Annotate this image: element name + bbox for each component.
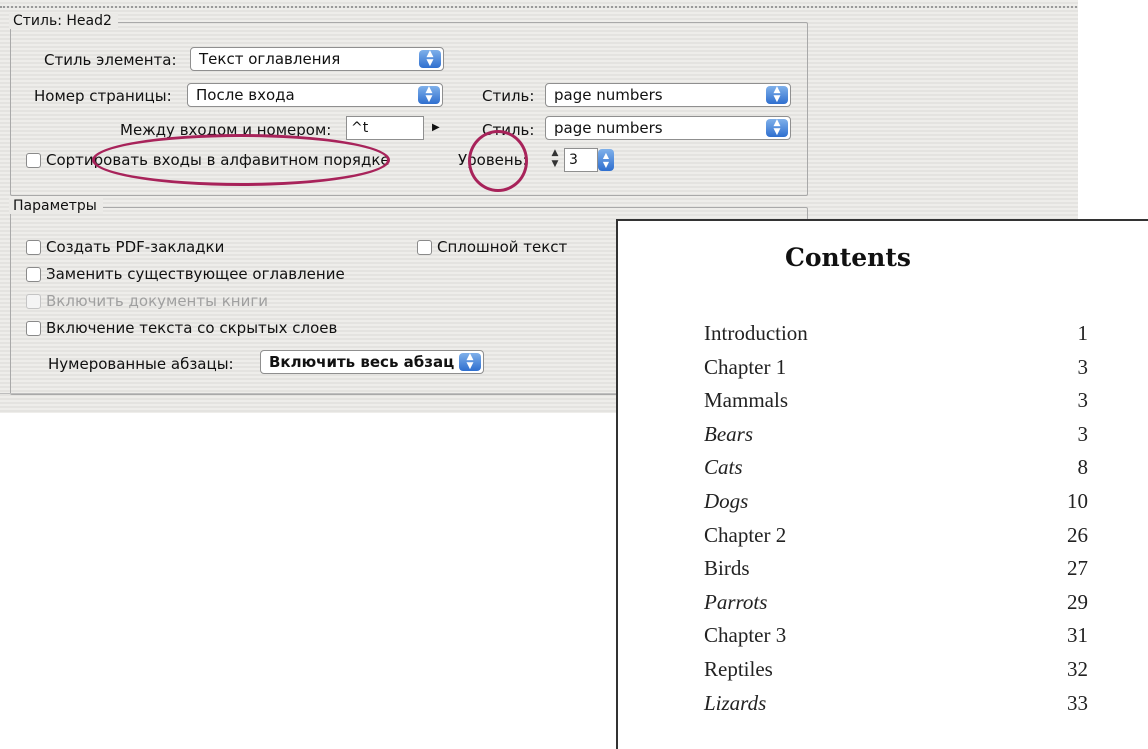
sort-checkbox[interactable]	[26, 153, 41, 168]
toc-entry-text: Birds	[704, 556, 750, 581]
toc-entry-text: Chapter 3	[704, 623, 787, 648]
toc-entry: Introduction 1	[704, 321, 1088, 354]
toc-entry: Dogs 10	[704, 489, 1088, 522]
page-number-value: После входа	[196, 86, 295, 104]
toc-entry-page: 1	[1077, 321, 1089, 345]
contents-card: Contents Introduction 1 Chapter 1 3 Mammals 3…	[616, 219, 1148, 749]
toc-entry-text: Chapter 1	[704, 354, 787, 379]
popup-arrows-icon: ▲ ▼	[766, 119, 788, 137]
run-in-label: Сплошной текст	[437, 238, 568, 256]
numbered-paragraphs-popup[interactable]: Включить весь абзац ▲ ▼	[260, 350, 484, 374]
toc-entry-text: Dogs	[704, 489, 749, 513]
toc-entry-page: 10	[1067, 489, 1088, 513]
toc-entry: Reptiles 32	[704, 657, 1088, 690]
toc-entry-page: 33	[1067, 690, 1088, 715]
replace-toc-checkbox[interactable]	[26, 267, 41, 282]
include-book-checkbox	[26, 294, 41, 309]
toc-entry-text: Lizards	[704, 690, 767, 715]
popup-arrows-icon: ▲ ▼	[418, 86, 440, 104]
create-pdf-label: Создать PDF-закладки	[46, 238, 225, 256]
style2-value: page numbers	[554, 119, 663, 137]
toc-entry: Chapter 3 31	[704, 623, 1088, 656]
page-number-popup[interactable]: После входа ▲ ▼	[187, 83, 443, 107]
toc-entry-page: 27	[1067, 556, 1088, 581]
toc-entry: Lizards 33	[704, 691, 1088, 724]
toc-entry-page: 32	[1067, 657, 1088, 681]
toc-entry-text: Chapter 2	[704, 522, 787, 547]
style2-popup[interactable]: page numbers ▲ ▼	[545, 116, 791, 140]
entry-style-label: Стиль элемента:	[44, 51, 177, 69]
contents-title: Contents	[784, 243, 911, 272]
style-group-legend: Стиль: Head2	[9, 13, 118, 29]
level-popup-arrow-icon[interactable]: ▲ ▼	[598, 149, 614, 171]
toc-entry-text: Reptiles	[704, 657, 773, 681]
toc-entry: Birds 27	[704, 556, 1088, 589]
toc-entry: Parrots 29	[704, 590, 1088, 623]
toc-entry-text: Mammals	[704, 388, 788, 413]
toc-entry-page: 3	[1077, 421, 1089, 446]
sort-label: Сортировать входы в алфавитном порядке	[46, 151, 390, 169]
popup-arrows-icon: ▲ ▼	[459, 353, 481, 371]
include-book-label: Включить документы книги	[46, 292, 268, 310]
style1-label: Стиль:	[482, 87, 535, 105]
level-stepper[interactable]: ▲ ▼	[548, 148, 562, 172]
hidden-layers-label: Включение текста со скрытых слоев	[46, 319, 338, 337]
toc-entry: Mammals 3	[704, 388, 1088, 421]
insert-special-arrow-icon[interactable]: ▶	[432, 122, 440, 133]
toc-entry-page: 26	[1067, 522, 1088, 547]
create-pdf-checkbox[interactable]	[26, 240, 41, 255]
toc-entry: Bears 3	[704, 422, 1088, 455]
style1-popup[interactable]: page numbers ▲ ▼	[545, 83, 791, 107]
toc-entry-text: Introduction	[704, 321, 808, 345]
entry-style-value: Текст оглавления	[199, 50, 341, 68]
toc-entry: Chapter 2 26	[704, 523, 1088, 556]
numbered-paragraphs-value: Включить весь абзац	[269, 353, 455, 371]
run-in-checkbox[interactable]	[417, 240, 432, 255]
entry-style-popup[interactable]: Текст оглавления ▲ ▼	[190, 47, 444, 71]
level-field[interactable]: 3	[564, 148, 598, 172]
toc-entry-text: Parrots	[704, 589, 768, 614]
toc-entry-page: 31	[1067, 623, 1088, 648]
style1-value: page numbers	[554, 86, 663, 104]
popup-arrows-icon: ▲ ▼	[419, 50, 441, 68]
between-label: Между входом и номером:	[120, 121, 332, 139]
hidden-layers-checkbox[interactable]	[26, 321, 41, 336]
toc-entry-page: 29	[1067, 589, 1088, 614]
between-field[interactable]: ^t	[346, 116, 424, 140]
toc-entry-page: 3	[1077, 388, 1089, 413]
replace-toc-label: Заменить существующее оглавление	[46, 265, 345, 283]
numbered-paragraphs-label: Нумерованные абзацы:	[48, 355, 234, 373]
page-number-label: Номер страницы:	[34, 87, 172, 105]
toc-entry-text: Cats	[704, 455, 743, 480]
toc-entry: Cats 8	[704, 455, 1088, 488]
toc-entry: Chapter 1 3	[704, 355, 1088, 388]
toc-entry-page: 8	[1077, 455, 1089, 480]
toc-entry-text: Bears	[704, 421, 753, 446]
level-label: Уровень:	[458, 151, 528, 169]
toc-entry-page: 3	[1077, 354, 1089, 379]
popup-arrows-icon: ▲ ▼	[766, 86, 788, 104]
style2-label: Стиль:	[482, 121, 535, 139]
dotted-top-border	[0, 6, 1078, 8]
options-group-legend: Параметры	[9, 198, 103, 214]
